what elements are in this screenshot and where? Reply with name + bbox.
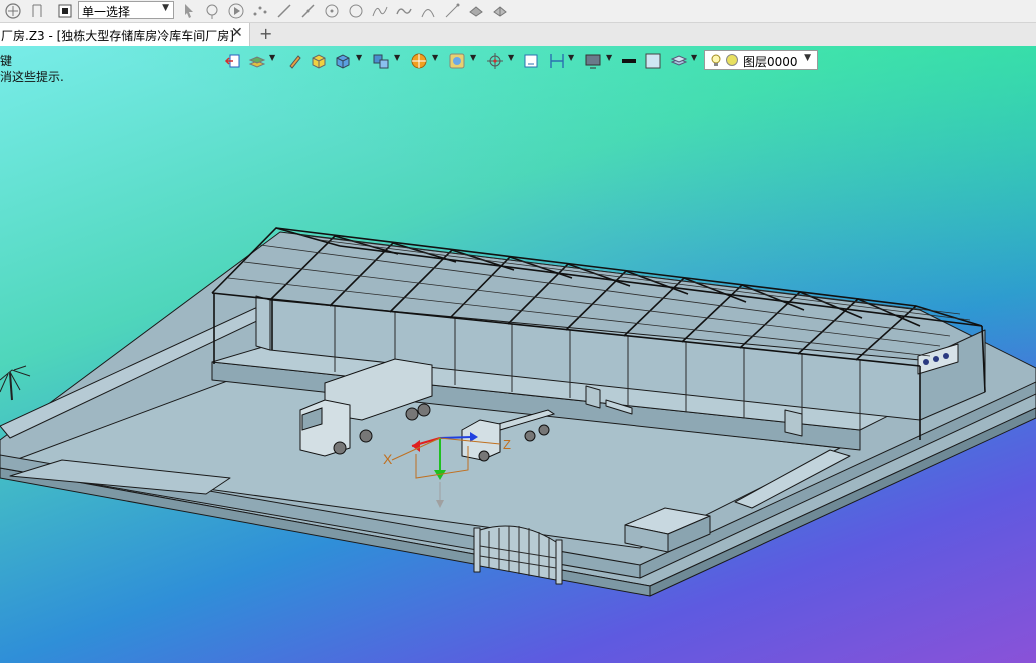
document-tab-bar: 厂房.Z3 - [独栋大型存储库房冷库车间厂房] ✕ +	[0, 23, 1036, 47]
play-icon[interactable]	[227, 2, 245, 20]
spline-icon[interactable]	[443, 2, 461, 20]
circle-icon[interactable]	[347, 2, 365, 20]
fan-2	[933, 356, 939, 362]
gate-right-post	[555, 539, 563, 585]
fan-3	[943, 353, 949, 359]
truck-1-wheel-2	[359, 429, 373, 443]
pointer-icon[interactable]	[180, 2, 198, 20]
select-arrow-icon[interactable]	[4, 2, 22, 20]
main-toolbar: 单一选择 ▼	[0, 0, 1036, 23]
arc-icon[interactable]	[419, 2, 437, 20]
truck-2-wheel-2	[524, 430, 536, 442]
axis-label-z: Z	[503, 437, 511, 452]
points-icon[interactable]	[251, 2, 269, 20]
fan-1	[923, 359, 929, 365]
tab-document[interactable]: 厂房.Z3 - [独栋大型存储库房冷库车间厂房] ✕	[0, 23, 250, 46]
truck-2-wheel-1	[478, 450, 490, 462]
lasso-icon[interactable]	[203, 2, 221, 20]
add-tab-button[interactable]: +	[259, 24, 272, 43]
curve-icon[interactable]	[371, 2, 389, 20]
cloud-icon[interactable]	[467, 2, 485, 20]
chevron-down-icon: ▼	[162, 3, 169, 13]
truck-1-wheel-1	[333, 441, 347, 455]
gate-left-post	[473, 527, 481, 573]
circle-point-icon[interactable]	[323, 2, 341, 20]
tab-title: 厂房.Z3 - [独栋大型存储库房冷库车间厂房]	[1, 29, 234, 43]
line-icon[interactable]	[275, 2, 293, 20]
truck-1-wheel-4	[417, 403, 431, 417]
forklift-2	[784, 409, 803, 437]
axis-z	[439, 436, 473, 439]
axis-label-x: X	[383, 451, 393, 467]
wave-icon[interactable]	[395, 2, 413, 20]
forklift-1	[585, 385, 601, 409]
3d-viewport[interactable]: 键 消这些提示. ▼ ▼ ▼ ▼ ▼ ▼ ▼ ▼ ▼ 图层0000 ▼ X Z	[0, 46, 1036, 663]
truck-1-wheel-3	[405, 407, 419, 421]
stop-icon[interactable]	[56, 2, 74, 20]
polyline-icon[interactable]	[299, 2, 317, 20]
close-icon[interactable]: ✕	[231, 25, 243, 41]
rotate-view-icon[interactable]	[28, 2, 46, 20]
selection-mode-value: 单一选择	[82, 5, 131, 19]
cloud2-icon[interactable]	[491, 2, 509, 20]
palm-tree	[0, 365, 31, 401]
gable-left	[255, 295, 271, 351]
selection-mode-dropdown[interactable]: 单一选择 ▼	[78, 1, 174, 19]
truck-2-wheel-3	[538, 424, 550, 436]
warehouse-model: X Z	[0, 227, 1036, 597]
